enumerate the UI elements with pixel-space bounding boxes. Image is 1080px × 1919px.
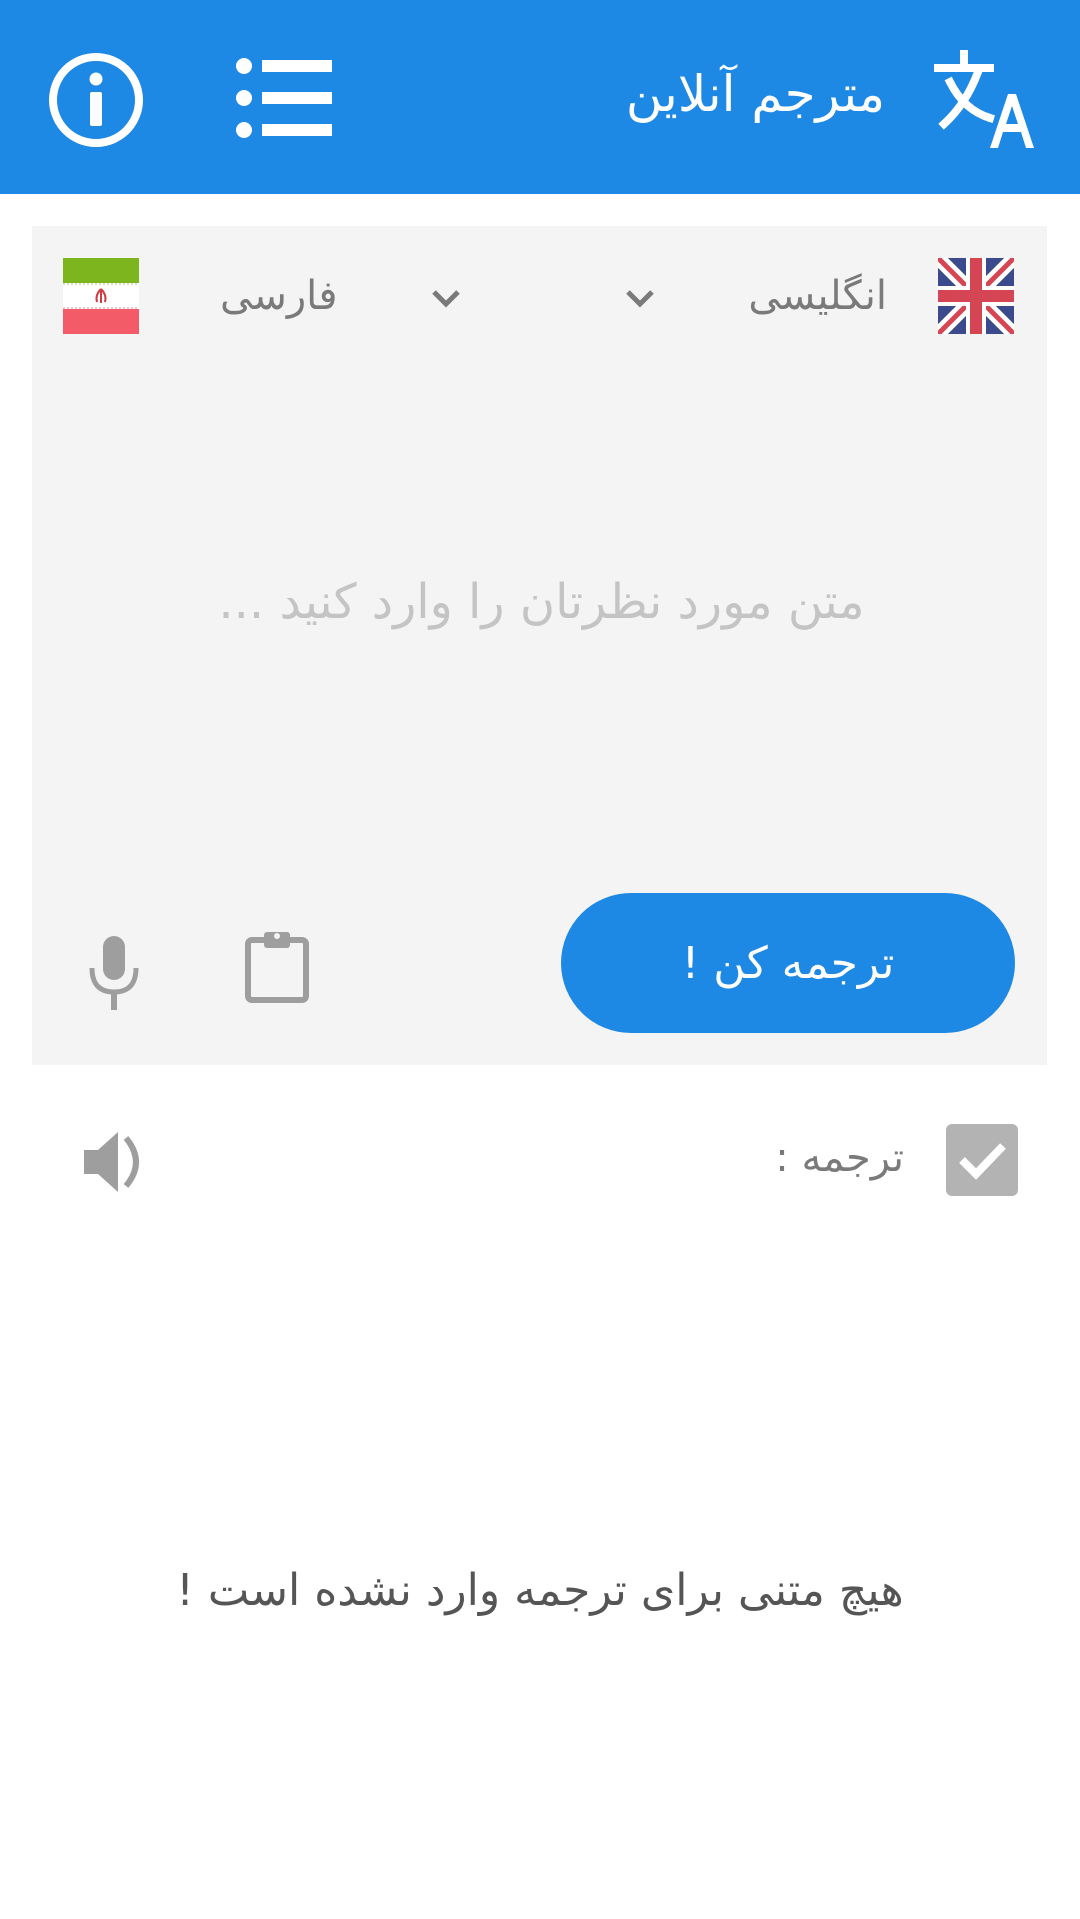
menu-list-icon[interactable] [236,56,336,140]
translate-icon [932,48,1040,152]
speaker-icon[interactable] [80,1128,150,1196]
translate-button[interactable]: ترجمه کن ! [561,893,1015,1033]
source-language-select[interactable]: انگلیسی [748,264,887,328]
checkbox-icon[interactable] [946,1124,1018,1196]
target-language-select[interactable]: فارسی [220,264,337,328]
app-title: مترجم آنلاین [625,65,885,123]
mic-icon[interactable] [84,932,144,1014]
info-icon[interactable] [46,50,146,150]
app-bar: مترجم آنلاین [0,0,1080,194]
iran-flag-icon [63,258,139,334]
input-card: انگلیسی فارسی متن مورد نظرتان را وارد کن… [32,226,1047,1065]
chevron-down-icon[interactable] [424,276,468,320]
chevron-down-icon[interactable] [618,276,662,320]
translation-label: ترجمه : [775,1135,904,1181]
uk-flag-icon [933,253,1019,339]
empty-translation-message: هیچ متنی برای ترجمه وارد نشده است ! [176,1565,904,1616]
clipboard-icon[interactable] [244,928,310,1004]
source-text-input[interactable] [72,536,1011,668]
